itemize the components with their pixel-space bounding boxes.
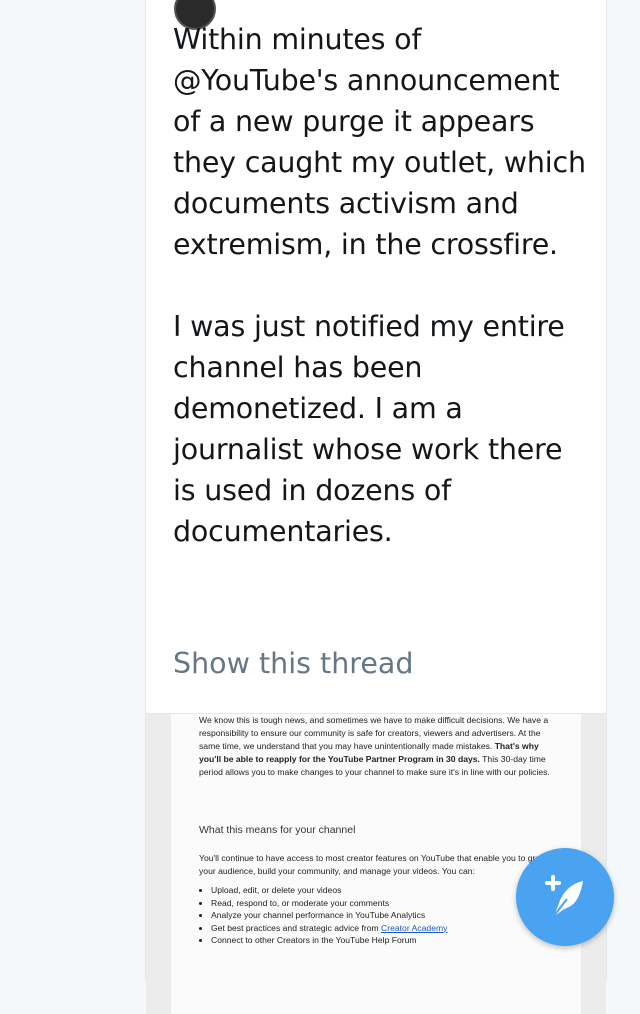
compose-tweet-icon bbox=[545, 875, 583, 918]
creator-academy-link: Creator Academy bbox=[381, 922, 448, 933]
email-list-item: Connect to other Creators in the YouTube… bbox=[211, 934, 447, 947]
tweet-card[interactable]: Within minutes of @YouTube's announcemen… bbox=[145, 0, 607, 1014]
tweet-text: Within minutes of @YouTube's announcemen… bbox=[173, 19, 593, 552]
email-list-item: Upload, edit, or delete your videos bbox=[211, 884, 447, 897]
email-list-item-text: Get best practices and strategic advice … bbox=[211, 922, 382, 933]
email-heading: What this means for your channel bbox=[199, 824, 356, 836]
compose-tweet-button[interactable] bbox=[516, 848, 614, 946]
email-screenshot: We know this is tough news, and sometime… bbox=[171, 714, 581, 1014]
tweet-paragraph-2: I was just notified my entire channel ha… bbox=[173, 310, 565, 548]
email-intro: We know this is tough news, and sometime… bbox=[199, 714, 559, 779]
email-list: Upload, edit, or delete your videos Read… bbox=[199, 884, 447, 947]
email-list-item: Get best practices and strategic advice … bbox=[211, 922, 447, 935]
email-list-item: Analyze your channel performance in YouT… bbox=[211, 909, 447, 922]
tweet-paragraph-1: Within minutes of @YouTube's announcemen… bbox=[173, 23, 586, 261]
email-list-item: Read, respond to, or moderate your comme… bbox=[211, 897, 447, 910]
show-thread-link[interactable]: Show this thread bbox=[173, 647, 413, 681]
email-body: You'll continue to have access to most c… bbox=[199, 853, 547, 876]
